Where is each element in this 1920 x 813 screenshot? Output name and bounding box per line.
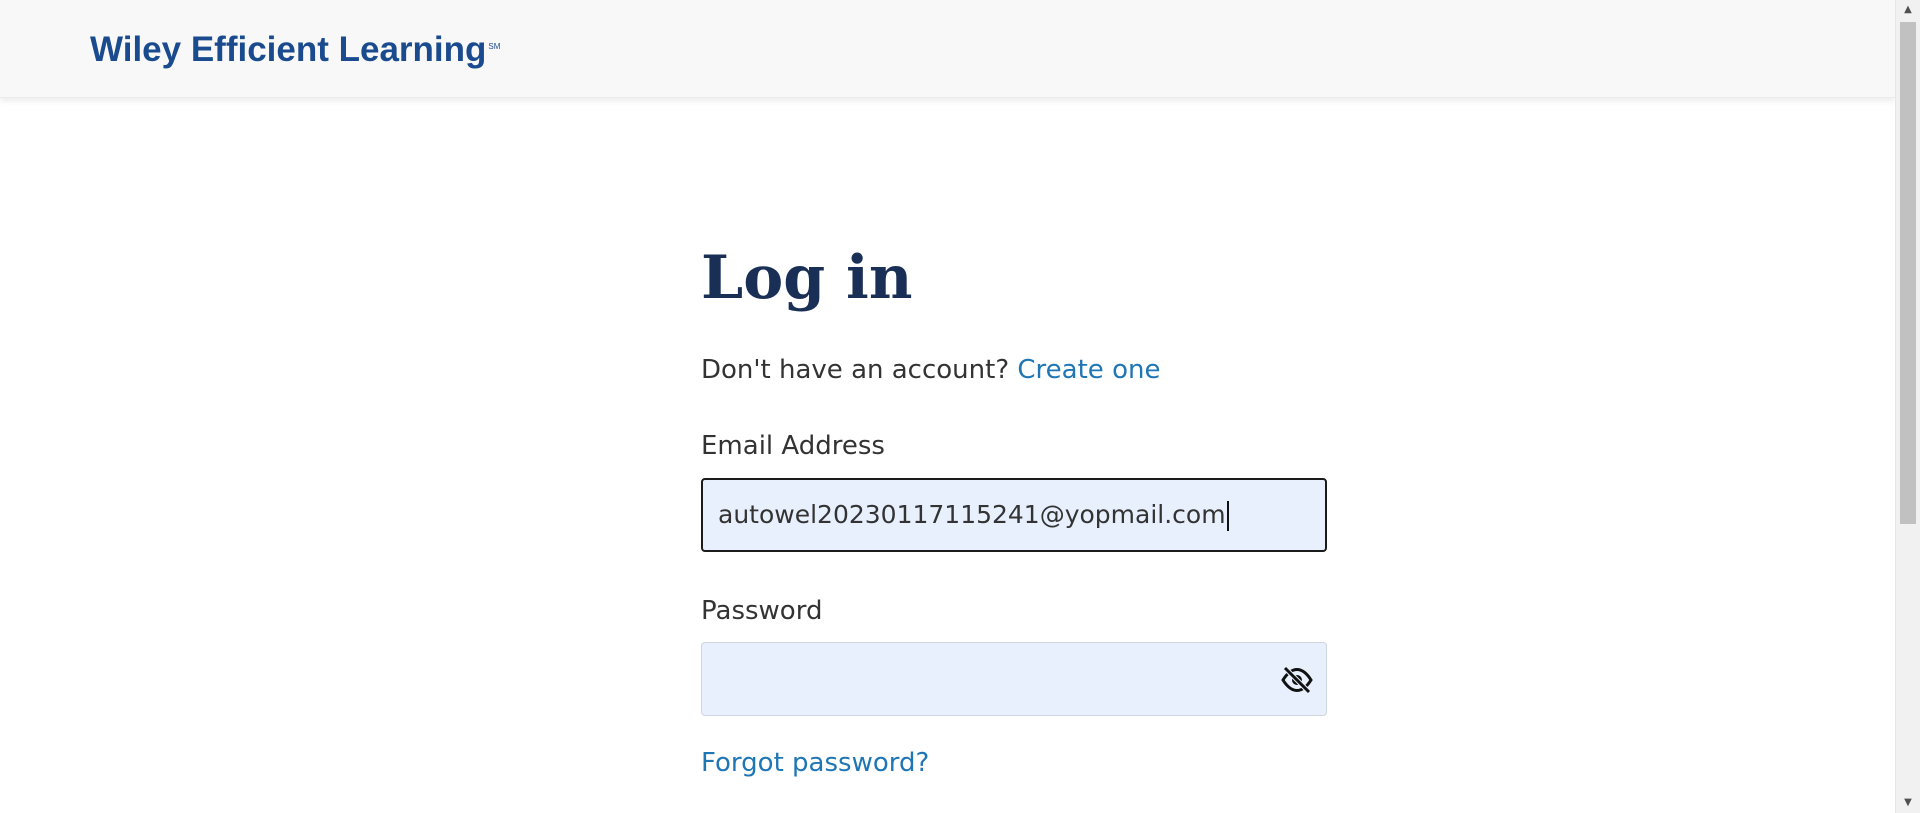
wiley-logo[interactable]: Wiley Efficient Learning SM [90, 30, 500, 70]
create-account-link[interactable]: Create one [1017, 355, 1160, 385]
password-label: Password [701, 596, 823, 626]
no-account-text: Don't have an account? [701, 355, 1010, 385]
page-title: Log in [701, 243, 913, 313]
site-header: Wiley Efficient Learning SM [0, 0, 1895, 98]
scrollbar-thumb[interactable] [1900, 22, 1916, 524]
signup-prompt: Don't have an account? Create one [701, 355, 1160, 385]
scroll-up-arrow-icon[interactable]: ▲ [1896, 0, 1920, 20]
forgot-password-link[interactable]: Forgot password? [701, 748, 929, 778]
email-value-text: autowel20230117115241@yopmail.com [718, 500, 1226, 529]
eye-slash-icon[interactable] [1280, 665, 1314, 695]
scroll-down-arrow-icon[interactable]: ▼ [1896, 793, 1920, 813]
vertical-scrollbar[interactable]: ▲ ▼ [1895, 0, 1920, 813]
logo-text: Wiley Efficient Learning [90, 30, 487, 69]
password-field[interactable] [701, 642, 1327, 716]
text-caret [1226, 501, 1229, 531]
email-label: Email Address [701, 431, 885, 461]
page: Wiley Efficient Learning SM Log in Don't … [0, 0, 1920, 813]
email-field[interactable]: autowel20230117115241@yopmail.com [701, 478, 1327, 552]
email-value: autowel20230117115241@yopmail.com [718, 500, 1229, 531]
logo-service-mark: SM [488, 42, 501, 51]
